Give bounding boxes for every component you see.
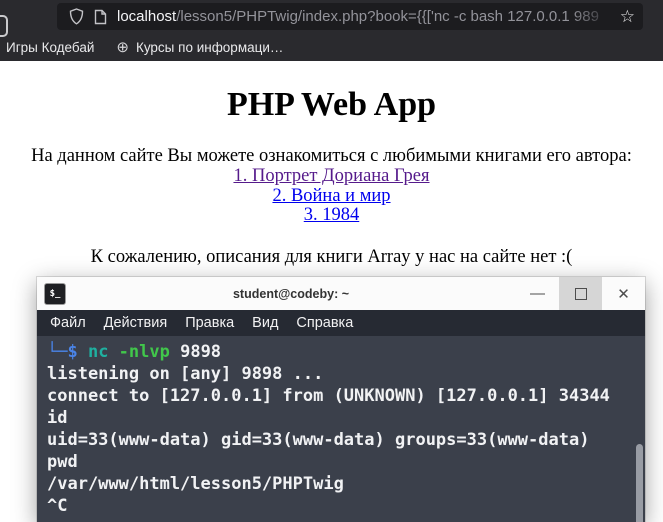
bookmark-kursy[interactable]: ⊕ Курсы по информаци… xyxy=(116,38,283,56)
bookmark-label: Игры Кодебай xyxy=(6,39,95,55)
terminal-prompt-line: └─$ nc -nlvp 9898 xyxy=(47,341,645,363)
terminal-line: ^C xyxy=(47,496,68,516)
book-link-list: 1. Портрет Дориана Грея 2. Война и мир 3… xyxy=(0,166,663,226)
terminal-line: uid=33(www-data) gid=33(www-data) groups… xyxy=(47,430,590,450)
menu-help[interactable]: Справка xyxy=(287,315,362,331)
page-title: PHP Web App xyxy=(226,86,437,123)
terminal-window-title: student@codeby: ~ xyxy=(232,286,350,301)
shell-prompt: └─$ xyxy=(47,342,88,362)
url-path: /lesson5/PHPTwig/index.php?book={{['nc -… xyxy=(176,8,599,25)
cmd-port: 9898 xyxy=(180,342,222,362)
cmd-flags: -nlvp xyxy=(118,342,181,362)
terminal-line: /var/www/html/lesson5/PHPTwig xyxy=(47,474,344,494)
maximize-icon xyxy=(574,287,587,300)
menu-actions[interactable]: Действия xyxy=(95,315,177,331)
address-bar[interactable]: localhost/lesson5/PHPTwig/index.php?book… xyxy=(57,3,643,30)
intro-text: На данном сайте Вы можете ознакомиться с… xyxy=(31,146,632,166)
book-link-2[interactable]: 2. Война и мир xyxy=(0,186,663,207)
bookmark-label: Курсы по информаци… xyxy=(135,39,284,55)
page-info-icon[interactable] xyxy=(94,9,107,25)
menu-edit[interactable]: Правка xyxy=(176,315,243,331)
terminal-line: listening on [any] 9898 ... xyxy=(47,364,324,384)
url-host: localhost xyxy=(117,8,177,25)
menu-file[interactable]: Файл xyxy=(41,315,95,331)
menu-view[interactable]: Вид xyxy=(243,315,287,331)
terminal-titlebar[interactable]: $_ student@codeby: ~ — ✕ xyxy=(37,277,645,310)
globe-icon: ⊕ xyxy=(116,39,129,56)
url-text[interactable]: localhost/lesson5/PHPTwig/index.php?book… xyxy=(117,8,614,25)
bookmark-igry-kodebay[interactable]: Игры Кодебай xyxy=(6,40,94,55)
terminal-menubar: Файл Действия Правка Вид Справка xyxy=(37,310,645,336)
shield-icon[interactable] xyxy=(69,8,84,25)
terminal-window: $_ student@codeby: ~ — ✕ Файл Действия П… xyxy=(37,277,645,522)
book-link-3[interactable]: 3. 1984 xyxy=(0,205,663,226)
browser-chrome: localhost/lesson5/PHPTwig/index.php?book… xyxy=(0,0,663,61)
terminal-line: id xyxy=(47,408,68,428)
maximize-button[interactable] xyxy=(559,277,602,310)
bookmarks-bar: Игры Кодебай ⊕ Курсы по информаци… xyxy=(0,33,663,61)
terminal-line: pwd xyxy=(47,452,78,472)
book-link-1[interactable]: 1. Портрет Дориана Грея xyxy=(0,166,663,187)
terminal-line: connect to [127.0.0.1] from (UNKNOWN) [1… xyxy=(47,386,610,406)
minimize-button[interactable]: — xyxy=(516,277,559,310)
close-button[interactable]: ✕ xyxy=(602,277,645,310)
terminal-app-icon: $_ xyxy=(44,282,66,305)
notice-text: К сожалению, описания для книги Array у … xyxy=(90,246,573,267)
terminal-scrollbar[interactable] xyxy=(636,444,643,522)
terminal-output[interactable]: └─$ nc -nlvp 9898 listening on [any] 989… xyxy=(37,336,645,522)
bookmark-star-icon[interactable]: ☆ xyxy=(620,7,635,27)
cmd-nc: nc xyxy=(87,342,119,362)
